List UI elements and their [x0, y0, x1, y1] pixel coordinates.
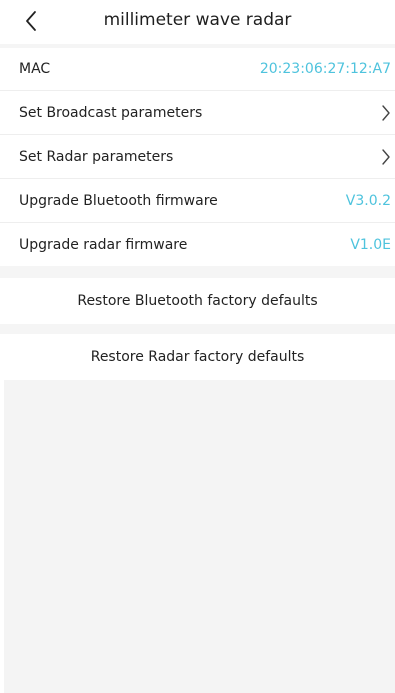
mac-row: MAC 20:23:06:27:12:A7 [0, 48, 395, 90]
empty-content-area [4, 380, 395, 693]
set-radar-parameters-label: Set Radar parameters [19, 149, 174, 165]
header-bar: millimeter wave radar [0, 0, 395, 44]
chevron-right-icon [371, 147, 391, 167]
set-broadcast-parameters-row[interactable]: Set Broadcast parameters [0, 92, 395, 134]
upgrade-bluetooth-firmware-row[interactable]: Upgrade Bluetooth firmware V3.0.2 [0, 180, 395, 222]
row-divider [0, 222, 395, 223]
upgrade-radar-firmware-label: Upgrade radar firmware [19, 237, 188, 253]
restore-bluetooth-defaults-button[interactable]: Restore Bluetooth factory defaults [0, 278, 395, 324]
mac-label: MAC [19, 61, 51, 77]
row-divider [0, 90, 395, 91]
section-divider [0, 324, 395, 334]
set-radar-parameters-row[interactable]: Set Radar parameters [0, 136, 395, 178]
set-broadcast-parameters-label: Set Broadcast parameters [19, 105, 203, 121]
upgrade-radar-firmware-row[interactable]: Upgrade radar firmware V1.0E [0, 224, 395, 266]
bluetooth-firmware-version: V3.0.2 [345, 193, 391, 209]
row-divider [0, 134, 395, 135]
upgrade-bluetooth-firmware-label: Upgrade Bluetooth firmware [19, 193, 218, 209]
section-divider [0, 266, 395, 278]
radar-firmware-version: V1.0E [350, 237, 391, 253]
row-divider [0, 178, 395, 179]
page-title: millimeter wave radar [103, 10, 292, 30]
chevron-right-icon [371, 103, 391, 123]
restore-radar-defaults-button[interactable]: Restore Radar factory defaults [0, 334, 395, 380]
mac-value: 20:23:06:27:12:A7 [259, 61, 391, 77]
